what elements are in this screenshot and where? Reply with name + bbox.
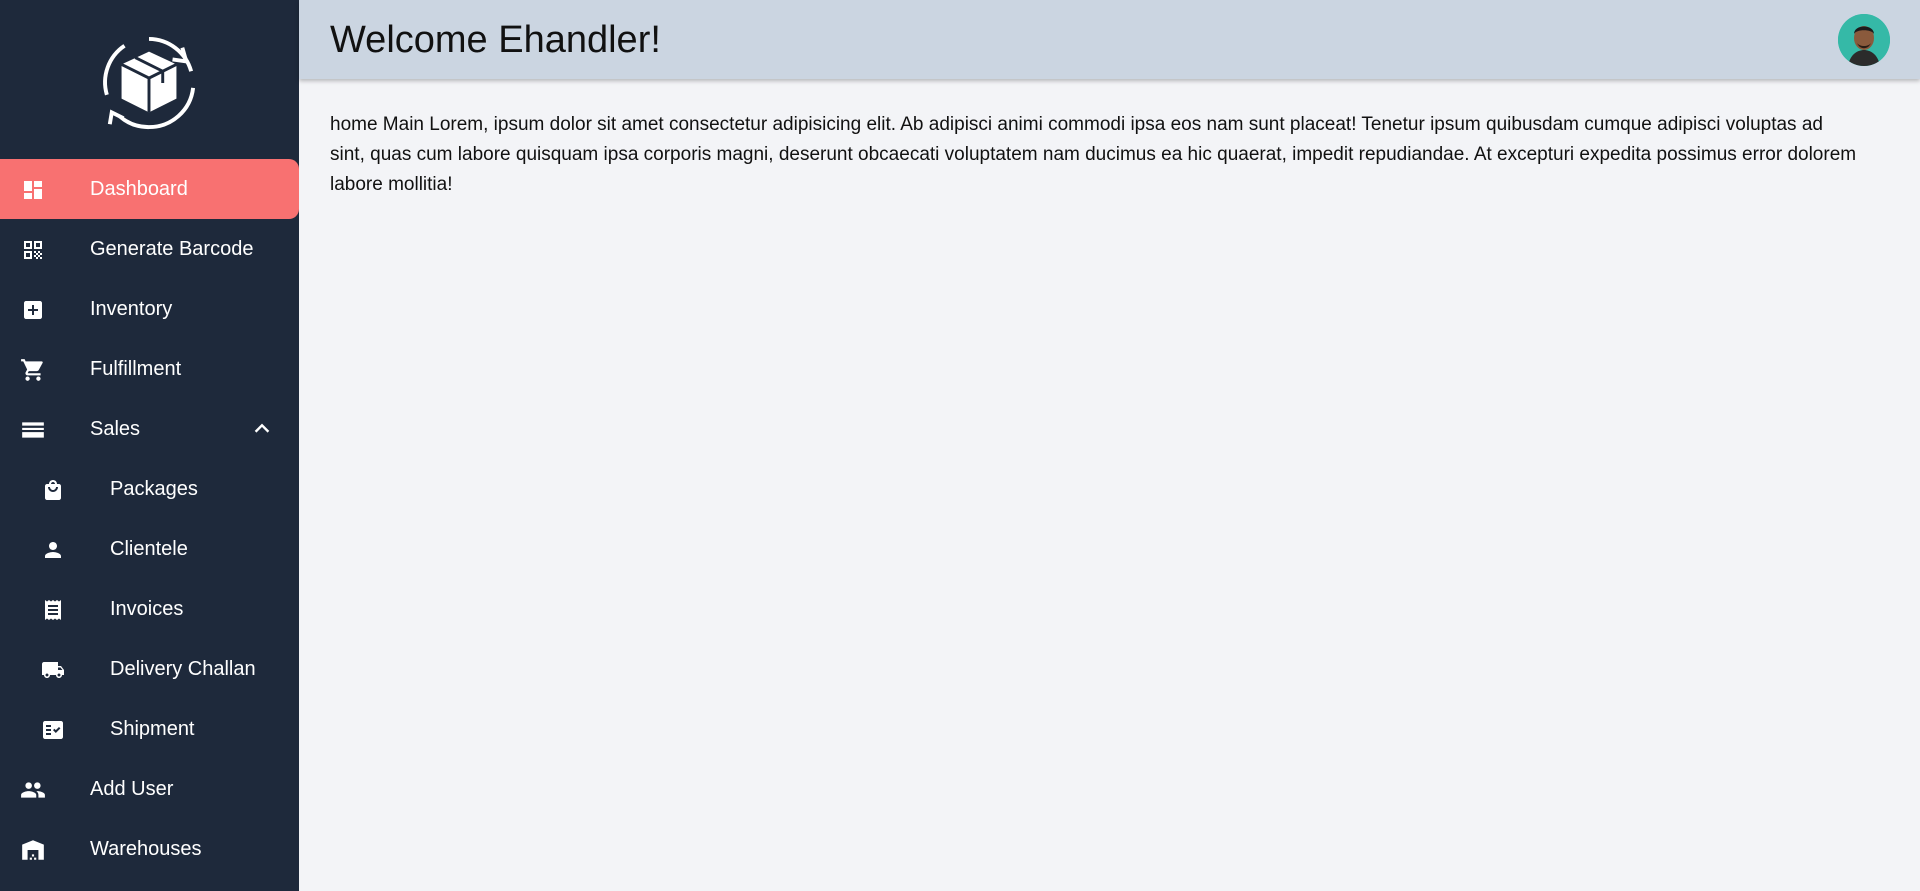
- sidebar-item-add-user[interactable]: Add User: [0, 759, 299, 819]
- sidebar-item-label: Fulfillment: [90, 358, 182, 380]
- top-header: Welcome Ehandler!: [299, 0, 1920, 79]
- sidebar-item-warehouses[interactable]: Warehouses: [0, 819, 299, 879]
- add-box-icon: [20, 297, 46, 323]
- sidebar-item-label: Delivery Challan: [110, 658, 256, 680]
- app-logo-icon[interactable]: [100, 34, 198, 132]
- sidebar-item-label: Sales: [90, 418, 141, 440]
- credit-card-icon: [20, 417, 46, 443]
- sidebar-item-clientele[interactable]: Clientele: [0, 519, 299, 579]
- avatar[interactable]: [1838, 14, 1890, 66]
- qr-code-icon: [20, 237, 46, 263]
- sidebar-item-label: Shipment: [110, 718, 195, 740]
- fact-check-icon: [40, 717, 66, 743]
- group-icon: [20, 777, 46, 803]
- person-icon: [40, 537, 66, 563]
- sidebar-item-shipment[interactable]: Shipment: [0, 699, 299, 759]
- sidebar-item-delivery-challan[interactable]: Delivery Challan: [0, 639, 299, 699]
- sidebar-item-label: Inventory: [90, 298, 173, 320]
- sidebar-item-label: Warehouses: [90, 838, 202, 860]
- sidebar-item-label: Dashboard: [90, 178, 188, 200]
- receipt-icon: [40, 597, 66, 623]
- shopping-bag-icon: [40, 477, 66, 503]
- main-content-text: home Main Lorem, ipsum dolor sit amet co…: [330, 114, 1857, 195]
- page-title: Welcome Ehandler!: [330, 19, 661, 61]
- warehouse-icon: [20, 837, 46, 863]
- chevron-up-icon[interactable]: [251, 418, 273, 440]
- user-avatar-icon: [1838, 14, 1890, 66]
- sidebar: Dashboard Generate Barcode Inventory Ful…: [0, 0, 299, 891]
- sidebar-item-sales[interactable]: Sales: [0, 399, 299, 459]
- sidebar-item-packages[interactable]: Packages: [0, 459, 299, 519]
- dashboard-icon: [20, 177, 46, 203]
- sidebar-item-generate-barcode[interactable]: Generate Barcode: [0, 219, 299, 279]
- sidebar-item-invoices[interactable]: Invoices: [0, 579, 299, 639]
- sidebar-item-fulfillment[interactable]: Fulfillment: [0, 339, 299, 399]
- sidebar-item-label: Packages: [110, 478, 198, 500]
- truck-icon: [40, 657, 66, 683]
- sidebar-item-label: Generate Barcode: [90, 238, 254, 260]
- sidebar-item-label: Add User: [90, 778, 174, 800]
- sidebar-item-dashboard[interactable]: Dashboard: [0, 159, 299, 219]
- shopping-cart-icon: [20, 357, 46, 383]
- sidebar-nav: Dashboard Generate Barcode Inventory Ful…: [0, 159, 299, 879]
- sidebar-item-label: Clientele: [110, 538, 188, 560]
- sidebar-item-inventory[interactable]: Inventory: [0, 279, 299, 339]
- sidebar-item-label: Invoices: [110, 598, 184, 620]
